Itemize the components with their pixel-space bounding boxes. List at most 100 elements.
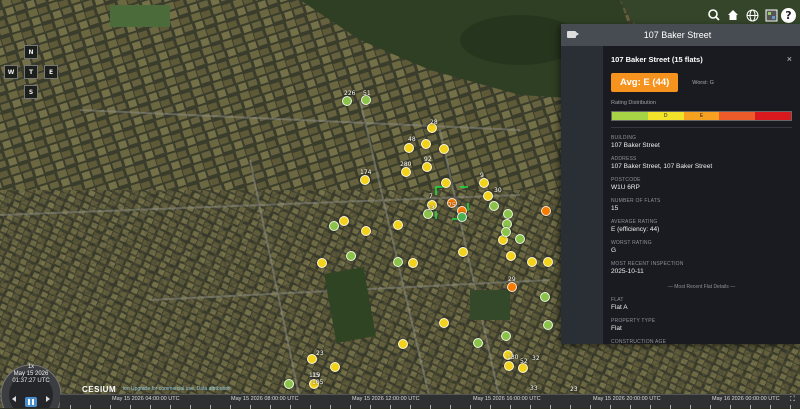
marker-label: 174 (360, 169, 372, 176)
timeline-tick (310, 405, 311, 409)
timeline-tick (130, 405, 131, 409)
building-marker[interactable] (339, 216, 349, 226)
building-marker[interactable] (421, 139, 431, 149)
timeline-tick (370, 405, 371, 409)
building-marker[interactable] (479, 178, 489, 188)
marker-label: 52 (520, 358, 528, 365)
timeline-tick (690, 405, 691, 409)
timeline-tick-label: May 16 2026 00:00:00 UTC (712, 396, 780, 402)
marker-label: 51 (363, 90, 371, 97)
timeline-tick-label: May 15 2026 04:00:00 UTC (112, 396, 180, 402)
info-panel-body[interactable]: 107 Baker Street (15 flats) × Avg: E (44… (603, 46, 800, 344)
flat-fields: FLAT Flat A PROPERTY TYPE Flat CONSTRUCTION … (611, 297, 792, 344)
building-marker[interactable] (540, 292, 550, 302)
marker-label: 29 (508, 276, 516, 283)
building-marker[interactable] (439, 144, 449, 154)
clock-speed: 1x (27, 364, 35, 370)
credits-text[interactable]: ion Upgrade for commercial use. Data att… (123, 386, 231, 392)
compass-south-button[interactable]: S (24, 85, 38, 99)
field-label: CONSTRUCTION AGE (611, 339, 667, 344)
timeline-tick (110, 405, 111, 409)
marker-label: 75 (448, 202, 456, 209)
building-marker[interactable] (346, 251, 356, 261)
field-value: Flat A (611, 304, 628, 311)
building-marker[interactable] (503, 209, 513, 219)
average-rating-badge: Avg: E (44) (611, 73, 679, 92)
timeline-tick (770, 405, 771, 409)
field-value: 15 (611, 205, 619, 212)
timeline-tick (390, 405, 391, 409)
timeline-bar[interactable]: May 15 2026 04:00:00 UTC May 15 2026 08:0… (60, 394, 800, 409)
clock-readout: 1x May 15 2026 01:37:27 UTC (8, 364, 54, 385)
building-marker[interactable] (543, 257, 553, 267)
building-marker[interactable] (441, 178, 451, 188)
search-icon[interactable] (706, 7, 722, 23)
building-marker[interactable] (408, 258, 418, 268)
building-marker[interactable] (404, 143, 414, 153)
compass-west-button[interactable]: W (4, 65, 18, 79)
building-marker[interactable] (457, 212, 467, 222)
building-marker[interactable] (473, 338, 483, 348)
building-marker[interactable] (501, 331, 511, 341)
rating-band-1: D (647, 112, 684, 120)
building-marker[interactable] (330, 362, 340, 372)
building-marker[interactable] (329, 221, 339, 231)
timeline-tick (410, 405, 411, 409)
timeline-tick (710, 405, 711, 409)
building-marker[interactable] (515, 234, 525, 244)
help-icon[interactable]: ? (781, 8, 796, 23)
close-icon[interactable]: × (787, 54, 792, 64)
building-marker[interactable] (360, 175, 370, 185)
marker-label: 13 (427, 205, 435, 212)
info-panel-titlebar: 107 Baker Street (561, 24, 800, 46)
building-marker[interactable] (401, 167, 411, 177)
field-label: ADDRESS (611, 156, 637, 162)
field-label: AVERAGE RATING (611, 219, 658, 225)
fullscreen-icon[interactable]: ⛶ (790, 396, 800, 408)
timeline-tick (250, 405, 251, 409)
marker-label: 226 (344, 90, 356, 97)
building-marker[interactable] (393, 220, 403, 230)
camera-icon[interactable] (567, 31, 579, 38)
field-value: E (efficiency: 44) (611, 226, 660, 233)
timeline-tick (750, 405, 751, 409)
marker-label: 33 (530, 385, 538, 392)
building-marker[interactable] (483, 191, 493, 201)
field-label: BUILDING (611, 135, 637, 141)
building-marker[interactable] (361, 226, 371, 236)
field-value: 107 Baker Street, 107 Baker Street (611, 163, 713, 170)
layers-icon[interactable] (763, 7, 779, 23)
timeline-tick (510, 405, 511, 409)
timeline-tick (350, 405, 351, 409)
timeline-tick (150, 405, 151, 409)
building-marker[interactable] (543, 320, 553, 330)
home-icon[interactable] (725, 7, 741, 23)
building-marker[interactable] (458, 247, 468, 257)
building-marker[interactable] (527, 257, 537, 267)
timeline-tick (330, 405, 331, 409)
building-marker[interactable] (501, 227, 511, 237)
cesium-logo[interactable]: CESIUM (82, 385, 116, 394)
field-label: NUMBER OF FLATS (611, 198, 661, 204)
building-marker[interactable] (422, 162, 432, 172)
building-marker[interactable] (489, 201, 499, 211)
building-marker[interactable] (284, 379, 294, 389)
timeline-tick (610, 405, 611, 409)
building-marker[interactable] (398, 339, 408, 349)
building-marker[interactable] (342, 96, 352, 106)
building-marker[interactable] (506, 251, 516, 261)
building-marker[interactable] (393, 257, 403, 267)
timeline-tick (550, 405, 551, 409)
building-marker[interactable] (507, 282, 517, 292)
marker-label: 9 (480, 172, 484, 179)
compass-east-button[interactable]: E (44, 65, 58, 79)
building-marker[interactable] (439, 318, 449, 328)
timeline-tick (230, 405, 231, 409)
timeline-tick (730, 405, 731, 409)
compass-tilt-button[interactable]: T (24, 65, 38, 79)
building-marker[interactable] (541, 206, 551, 216)
building-marker[interactable] (504, 361, 514, 371)
compass-north-button[interactable]: N (24, 45, 38, 59)
building-marker[interactable] (317, 258, 327, 268)
globe-icon[interactable] (744, 7, 760, 23)
